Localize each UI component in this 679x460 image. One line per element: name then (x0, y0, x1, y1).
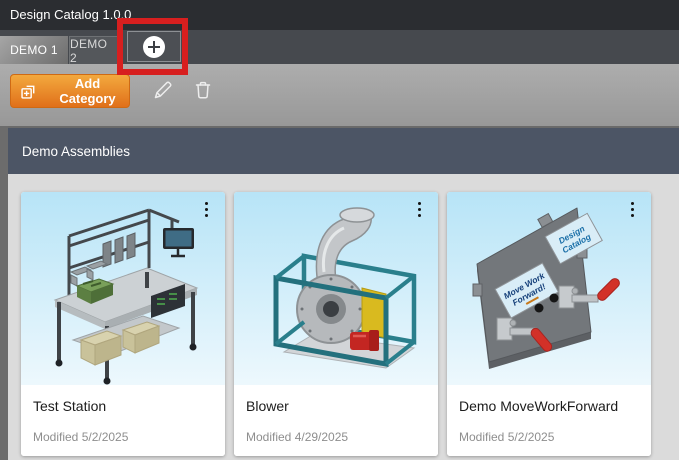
add-category-label: Add Category (46, 76, 129, 106)
toolbar: Add Category (0, 64, 679, 126)
edit-category-button[interactable] (147, 74, 179, 106)
tab-demo-1[interactable]: DEMO 1 (0, 36, 68, 64)
card-title: Test Station (33, 398, 106, 414)
add-square-icon (19, 82, 38, 101)
card-modified-date: Modified 5/2/2025 (459, 430, 554, 444)
add-tab-button[interactable] (127, 31, 181, 62)
window-title: Design Catalog 1.0.0 (10, 0, 131, 30)
add-category-button[interactable]: Add Category (10, 74, 130, 108)
card-modified-date: Modified 4/29/2025 (246, 430, 348, 444)
assembly-card-blower[interactable]: Blower Modified 4/29/2025 (234, 192, 438, 456)
card-thumbnail (234, 192, 438, 385)
blower-render (234, 192, 438, 385)
card-info: Blower Modified 4/29/2025 (234, 385, 438, 456)
kebab-menu-icon (205, 202, 208, 205)
card-info: Demo MoveWorkForward Modified 5/2/2025 (447, 385, 651, 456)
assembly-card-test-station[interactable]: Test Station Modified 5/2/2025 (21, 192, 225, 456)
card-modified-date: Modified 5/2/2025 (33, 430, 128, 444)
card-menu-button[interactable] (197, 200, 215, 224)
card-menu-button[interactable] (623, 200, 641, 224)
kebab-menu-icon (418, 202, 421, 205)
window-left-edge (0, 126, 8, 460)
card-thumbnail: Move Work Forward! Design Catalog (447, 192, 651, 385)
assembly-grid: Test Station Modified 5/2/2025 (8, 174, 679, 460)
card-menu-button[interactable] (410, 200, 428, 224)
title-bar: Design Catalog 1.0.0 (0, 0, 679, 30)
delete-category-button[interactable] (187, 74, 219, 106)
card-title: Demo MoveWorkForward (459, 398, 618, 414)
kebab-menu-icon (631, 202, 634, 205)
assembly-card-move-work-forward[interactable]: Move Work Forward! Design Catalog (447, 192, 651, 456)
tab-strip: DEMO 1 DEMO 2 (0, 30, 679, 64)
test-station-render (21, 192, 225, 385)
card-thumbnail (21, 192, 225, 385)
card-title: Blower (246, 398, 289, 414)
category-panel: Demo Assemblies (8, 126, 679, 460)
move-work-forward-render: Move Work Forward! Design Catalog (447, 192, 651, 385)
pencil-icon (151, 78, 175, 102)
card-info: Test Station Modified 5/2/2025 (21, 385, 225, 456)
trash-icon (191, 78, 215, 102)
tab-demo-2[interactable]: DEMO 2 (69, 36, 118, 64)
category-header: Demo Assemblies (8, 128, 679, 174)
category-title: Demo Assemblies (22, 144, 130, 159)
plus-circle-icon (143, 36, 165, 58)
